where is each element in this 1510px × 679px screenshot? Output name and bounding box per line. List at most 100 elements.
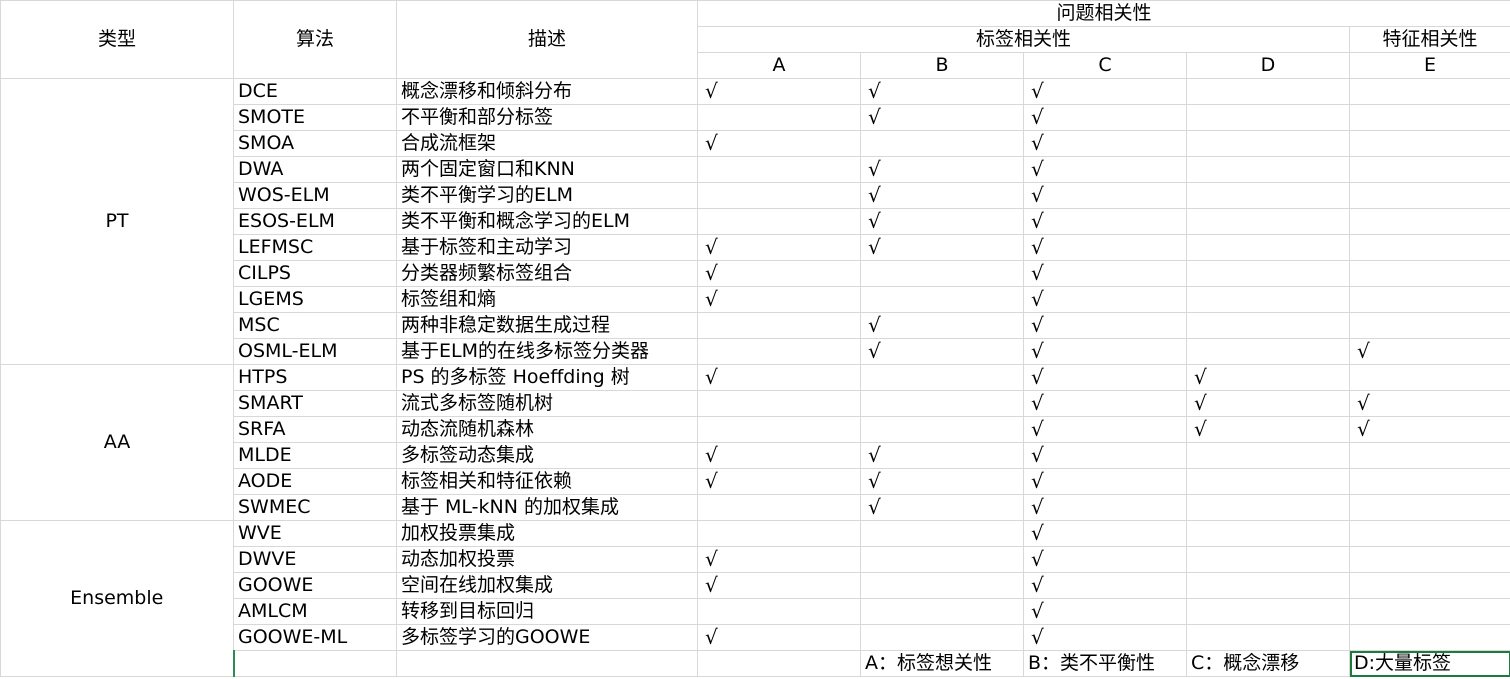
check-cell[interactable]	[697, 208, 861, 235]
legend-cell[interactable]: B：类不平衡性	[1023, 650, 1187, 677]
description-cell[interactable]: 两个固定窗口和KNN	[396, 156, 698, 183]
description-cell[interactable]: 不平衡和部分标签	[396, 104, 698, 131]
check-cell[interactable]: √	[860, 494, 1024, 521]
check-cell[interactable]: √	[860, 104, 1024, 131]
check-cell[interactable]	[1186, 78, 1350, 105]
check-cell[interactable]	[1349, 286, 1510, 313]
check-cell[interactable]	[1349, 494, 1510, 521]
header-col-a[interactable]: A	[697, 52, 861, 79]
check-cell[interactable]	[860, 260, 1024, 287]
algorithm-cell[interactable]: AMLCM	[233, 598, 397, 625]
algorithm-cell[interactable]: GOOWE-ML	[233, 624, 397, 651]
description-cell[interactable]: 两种非稳定数据生成过程	[396, 312, 698, 339]
check-cell[interactable]: √	[1023, 182, 1187, 209]
check-cell[interactable]	[1186, 182, 1350, 209]
description-cell[interactable]: 标签组和熵	[396, 286, 698, 313]
check-cell[interactable]	[697, 598, 861, 625]
empty-cell[interactable]	[232, 650, 397, 677]
check-cell[interactable]	[1349, 364, 1510, 391]
check-cell[interactable]: √	[1349, 390, 1510, 417]
check-cell[interactable]	[1186, 156, 1350, 183]
header-algorithm[interactable]: 算法	[233, 0, 397, 79]
check-cell[interactable]	[697, 182, 861, 209]
check-cell[interactable]: √	[860, 208, 1024, 235]
check-cell[interactable]: √	[697, 260, 861, 287]
legend-cell[interactable]: C：概念漂移	[1186, 650, 1350, 677]
algorithm-cell[interactable]: ESOS-ELM	[233, 208, 397, 235]
check-cell[interactable]	[697, 338, 861, 365]
description-cell[interactable]: 基于标签和主动学习	[396, 234, 698, 261]
algorithm-cell[interactable]: AODE	[233, 468, 397, 495]
check-cell[interactable]	[1186, 468, 1350, 495]
check-cell[interactable]	[1186, 572, 1350, 599]
description-cell[interactable]: 转移到目标回归	[396, 598, 698, 625]
check-cell[interactable]: √	[1023, 572, 1187, 599]
algorithm-cell[interactable]: CILPS	[233, 260, 397, 287]
check-cell[interactable]	[1186, 494, 1350, 521]
check-cell[interactable]: √	[860, 442, 1024, 469]
check-cell[interactable]	[1349, 234, 1510, 261]
description-cell[interactable]: 动态加权投票	[396, 546, 698, 573]
algorithm-cell[interactable]: WVE	[233, 520, 397, 547]
check-cell[interactable]: √	[1023, 416, 1187, 443]
algorithm-cell[interactable]: SMOA	[233, 130, 397, 157]
header-description[interactable]: 描述	[396, 0, 698, 79]
check-cell[interactable]: √	[697, 364, 861, 391]
check-cell[interactable]: √	[1023, 104, 1187, 131]
check-cell[interactable]: √	[1023, 338, 1187, 365]
algorithm-cell[interactable]: LGEMS	[233, 286, 397, 313]
description-cell[interactable]: 加权投票集成	[396, 520, 698, 547]
check-cell[interactable]	[1349, 546, 1510, 573]
check-cell[interactable]	[860, 520, 1024, 547]
check-cell[interactable]: √	[1023, 234, 1187, 261]
check-cell[interactable]: √	[697, 286, 861, 313]
check-cell[interactable]	[1349, 520, 1510, 547]
check-cell[interactable]: √	[1023, 260, 1187, 287]
check-cell[interactable]	[1349, 260, 1510, 287]
check-cell[interactable]	[1349, 598, 1510, 625]
check-cell[interactable]: √	[860, 468, 1024, 495]
check-cell[interactable]: √	[1186, 364, 1350, 391]
algorithm-cell[interactable]: LEFMSC	[233, 234, 397, 261]
check-cell[interactable]: √	[1023, 390, 1187, 417]
algorithm-cell[interactable]: SMART	[233, 390, 397, 417]
description-cell[interactable]: 类不平衡和概念学习的ELM	[396, 208, 698, 235]
check-cell[interactable]: √	[697, 468, 861, 495]
description-cell[interactable]: 基于 ML-kNN 的加权集成	[396, 494, 698, 521]
check-cell[interactable]: √	[1349, 416, 1510, 443]
check-cell[interactable]: √	[1023, 312, 1187, 339]
description-cell[interactable]: 多标签学习的GOOWE	[396, 624, 698, 651]
check-cell[interactable]: √	[1023, 624, 1187, 651]
check-cell[interactable]	[1349, 312, 1510, 339]
header-problem-correlation[interactable]: 问题相关性	[697, 0, 1510, 27]
check-cell[interactable]: √	[1023, 546, 1187, 573]
description-cell[interactable]: 分类器频繁标签组合	[396, 260, 698, 287]
check-cell[interactable]	[1186, 546, 1350, 573]
check-cell[interactable]	[1186, 624, 1350, 651]
algorithm-cell[interactable]: GOOWE	[233, 572, 397, 599]
algorithm-cell[interactable]: SRFA	[233, 416, 397, 443]
header-feature-correlation[interactable]: 特征相关性	[1349, 26, 1510, 53]
check-cell[interactable]: √	[697, 572, 861, 599]
check-cell[interactable]: √	[1023, 286, 1187, 313]
check-cell[interactable]	[697, 156, 861, 183]
algorithm-cell[interactable]: MSC	[233, 312, 397, 339]
algorithm-cell[interactable]: DWA	[233, 156, 397, 183]
check-cell[interactable]	[697, 312, 861, 339]
check-cell[interactable]: √	[1023, 156, 1187, 183]
check-cell[interactable]	[1349, 156, 1510, 183]
algorithm-cell[interactable]: HTPS	[233, 364, 397, 391]
algorithm-cell[interactable]: DWVE	[233, 546, 397, 573]
check-cell[interactable]: √	[1023, 78, 1187, 105]
algorithm-cell[interactable]: MLDE	[233, 442, 397, 469]
empty-cell[interactable]	[697, 650, 861, 677]
check-cell[interactable]	[1349, 442, 1510, 469]
check-cell[interactable]	[860, 598, 1024, 625]
check-cell[interactable]	[860, 624, 1024, 651]
check-cell[interactable]: √	[697, 624, 861, 651]
check-cell[interactable]	[1349, 130, 1510, 157]
algorithm-cell[interactable]: OSML-ELM	[233, 338, 397, 365]
description-cell[interactable]: 类不平衡学习的ELM	[396, 182, 698, 209]
check-cell[interactable]: √	[1023, 598, 1187, 625]
check-cell[interactable]	[1186, 208, 1350, 235]
